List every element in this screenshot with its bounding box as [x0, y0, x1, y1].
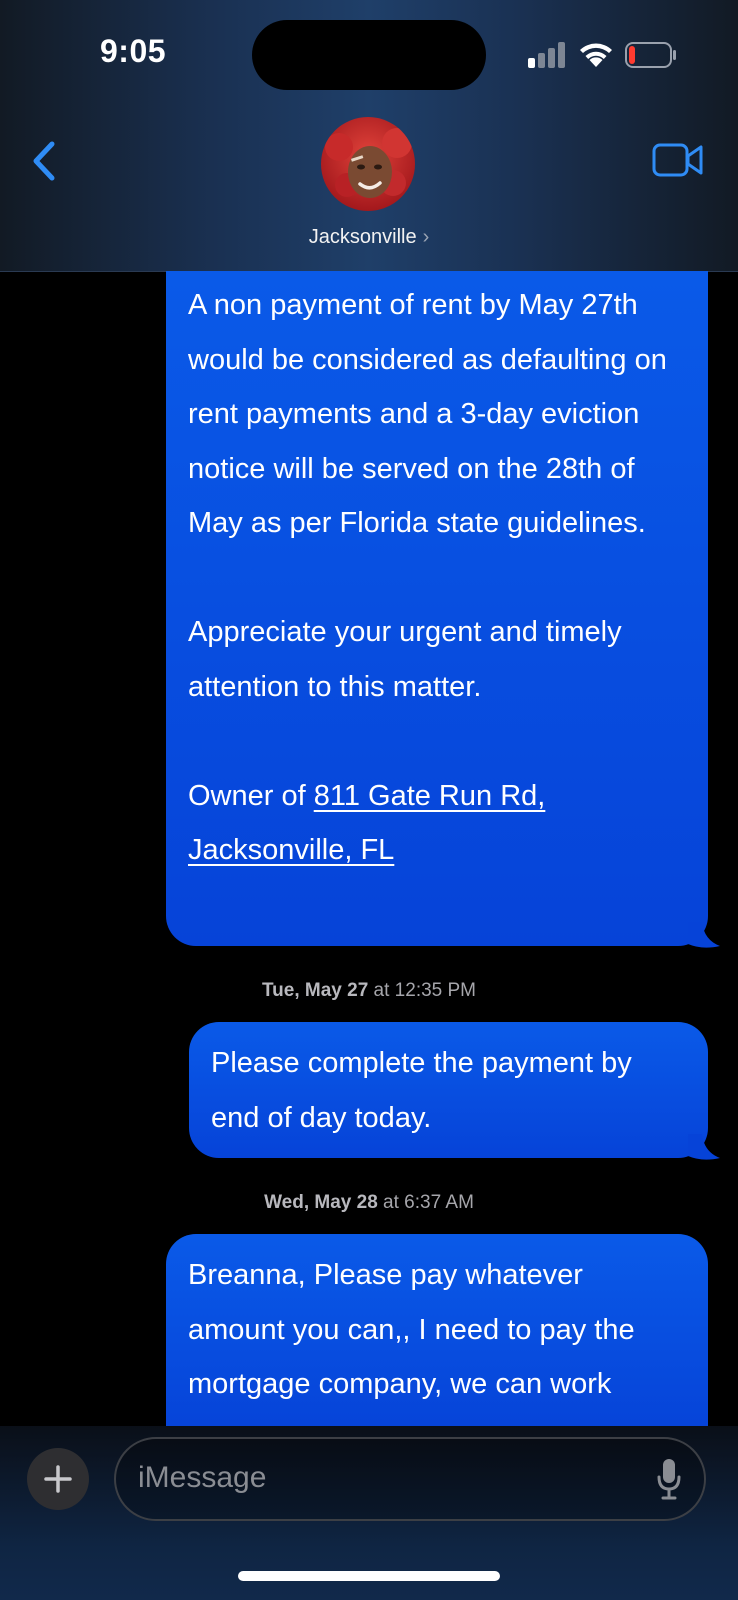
message-signature: Owner of 811 Gate Run Rd, Jacksonville, …: [188, 769, 686, 878]
message-text: Appreciate your urgent and timely attent…: [188, 616, 622, 703]
home-indicator[interactable]: [238, 1571, 500, 1581]
battery-low-icon: [625, 42, 676, 68]
message-input[interactable]: iMessage: [114, 1437, 706, 1521]
back-chevron-icon[interactable]: [28, 138, 62, 184]
cellular-signal-icon: [528, 42, 565, 68]
contact-name: Jacksonville: [308, 226, 417, 248]
message-bubble-outgoing[interactable]: Breanna, Please pay whatever amount you …: [166, 1234, 708, 1434]
signature-prefix: Owner of: [188, 779, 314, 812]
bubble-tail: [688, 922, 720, 948]
apps-plus-button[interactable]: [27, 1448, 89, 1510]
message-text: A non payment of rent by May 27th would …: [188, 289, 667, 539]
message-text: Breanna, Please pay whatever amount you …: [188, 1259, 635, 1400]
plus-icon: [44, 1465, 72, 1493]
message-text: Please complete the payment by end of da…: [211, 1047, 632, 1134]
chevron-right-icon: ›: [422, 226, 430, 248]
message-composer: iMessage: [0, 1426, 738, 1600]
dynamic-island: [252, 20, 486, 90]
bubble-tail: [688, 1134, 720, 1160]
contact-avatar[interactable]: [321, 117, 415, 211]
message-bubble-outgoing[interactable]: Please complete the payment by end of da…: [189, 1022, 708, 1158]
message-timestamp: Wed, May 28 at 6:37 AM: [264, 1192, 474, 1213]
microphone-icon[interactable]: [656, 1457, 682, 1501]
wifi-icon: [580, 43, 612, 67]
contact-name-button[interactable]: Jacksonville ›: [0, 226, 738, 249]
status-time: 9:05: [100, 33, 167, 69]
message-input-placeholder: iMessage: [138, 1461, 267, 1494]
video-camera-icon[interactable]: [652, 142, 704, 178]
conversation-header: 9:05 Jacksonville ›: [0, 0, 738, 272]
message-timestamp: Tue, May 27 at 12:35 PM: [261, 980, 477, 1001]
message-bubble-outgoing[interactable]: A non payment of rent by May 27th would …: [166, 271, 708, 946]
